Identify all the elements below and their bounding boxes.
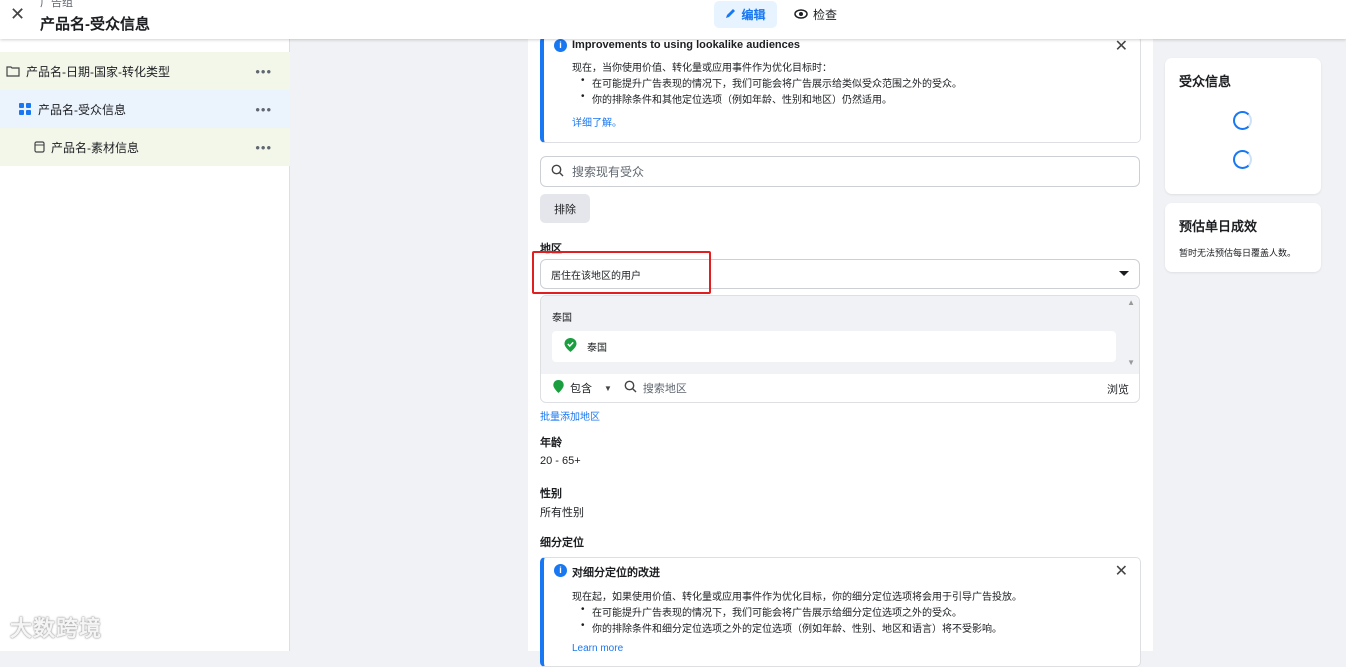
notice-text: 现在，当你使用价值、转化量或应用事件作为优化目标时： [572, 63, 832, 74]
lookalike-notice: i Improvements to using lookalike audien… [540, 36, 1141, 143]
audience-form-panel: i Improvements to using lookalike audien… [528, 36, 1153, 667]
loading-spinner-icon [1233, 111, 1252, 130]
location-item-label: 泰国 [587, 343, 607, 354]
notice-title: Improvements to using lookalike audience… [572, 39, 801, 51]
breadcrumb: 广告组 [40, 0, 73, 9]
info-icon: i [554, 39, 567, 52]
notice-bullet: 你的排除条件和细分定位选项之外的定位选项（例如年龄、性别、地区和语言）将不受影响… [581, 620, 1002, 635]
notice-title: 对细分定位的改进 [572, 567, 660, 579]
learn-more-link[interactable]: 详细了解。 [572, 114, 622, 129]
location-type-value: 居住在该地区的用户 [551, 270, 641, 282]
scroll-up-icon[interactable]: ▲ [1127, 298, 1135, 307]
sidebar-item-label: 产品名-素材信息 [51, 140, 139, 155]
audience-search-input[interactable]: 搜索现有受众 [540, 156, 1140, 187]
sidebar-item-ad[interactable]: 产品名-素材信息 ••• [0, 128, 290, 166]
more-options-icon[interactable]: ••• [255, 102, 272, 117]
info-icon: i [554, 564, 567, 577]
notice-bullet: 你的排除条件和其他定位选项（例如年龄、性别和地区）仍然适用。 [581, 91, 892, 106]
eye-icon [794, 8, 808, 22]
sidebar-item-campaign[interactable]: 产品名-日期-国家-转化类型 ••• [0, 52, 290, 90]
location-search-input[interactable]: 搜索地区 [643, 380, 687, 396]
learn-more-link[interactable]: Learn more [572, 643, 623, 654]
caret-down-icon[interactable]: ▼ [604, 384, 612, 393]
more-options-icon[interactable]: ••• [255, 140, 272, 155]
exclude-button[interactable]: 排除 [540, 194, 590, 223]
notice-text: 现在起，如果使用价值、转化量或应用事件作为优化目标，你的细分定位选项将会用于引导… [572, 592, 1022, 603]
caret-down-icon [1119, 271, 1129, 276]
location-pin-icon [564, 338, 577, 355]
bulk-add-locations-link[interactable]: 批量添加地区 [540, 408, 600, 423]
age-label: 年龄 [540, 437, 562, 449]
watermark-logo: 大数跨境 [10, 611, 102, 643]
location-label: 地区 [540, 243, 562, 255]
loading-spinner-icon [1233, 150, 1252, 169]
notice-bullet: 在可能提升广告表现的情况下，我们可能会将广告展示给细分定位选项之外的受众。 [581, 604, 962, 619]
selected-locations-area: 泰国 泰国 ▲ ▼ [541, 296, 1139, 374]
edit-mode-button[interactable]: 编辑 [714, 1, 777, 28]
edit-mode-label: 编辑 [741, 8, 766, 22]
close-icon[interactable]: ✕ [1115, 36, 1128, 56]
review-mode-label: 检查 [813, 8, 838, 22]
sidebar-item-label: 产品名-日期-国家-转化类型 [26, 64, 170, 79]
location-type-select[interactable]: 居住在该地区的用户 [540, 259, 1140, 289]
folder-icon [6, 65, 20, 77]
scroll-down-icon[interactable]: ▼ [1127, 358, 1135, 367]
daily-estimate-card: 预估单日成效 暂时无法预估每日覆盖人数。 [1165, 203, 1321, 272]
pencil-icon [725, 7, 737, 22]
country-group-header: 泰国 [552, 313, 572, 324]
close-icon[interactable]: ✕ [1115, 561, 1128, 581]
review-mode-button[interactable]: 检查 [790, 1, 841, 28]
top-bar: ✕ 广告组 产品名-受众信息 编辑 检查 [0, 0, 1346, 39]
more-options-icon[interactable]: ••• [255, 64, 272, 79]
search-icon [551, 164, 564, 180]
browse-button[interactable]: 浏览 [1107, 381, 1129, 397]
watermark-text: 大数跨境 [10, 616, 103, 641]
card-title: 受众信息 [1179, 74, 1232, 89]
include-pin-icon [553, 380, 564, 396]
card-title: 预估单日成效 [1179, 219, 1258, 234]
estimate-note: 暂时无法预估每日覆盖人数。 [1179, 248, 1297, 258]
audience-info-card: 受众信息 [1165, 58, 1321, 194]
gender-value[interactable]: 所有性别 [540, 504, 584, 520]
search-placeholder: 搜索现有受众 [572, 165, 645, 179]
search-icon [624, 380, 637, 396]
grid-icon [19, 102, 32, 116]
location-list-panel: 泰国 泰国 ▲ ▼ 包含 ▼ 搜索地区 浏览 [540, 295, 1140, 403]
sidebar-item-adset[interactable]: 产品名-受众信息 ••• [0, 90, 290, 128]
sidebar-item-label: 产品名-受众信息 [38, 102, 126, 117]
location-search-row: 包含 ▼ 搜索地区 浏览 [541, 374, 1139, 402]
age-value[interactable]: 20 - 65+ [540, 455, 581, 467]
selected-location-item[interactable]: 泰国 [552, 331, 1116, 362]
close-icon[interactable]: ✕ [10, 5, 25, 23]
detailed-targeting-label: 细分定位 [540, 537, 584, 549]
page-title: 产品名-受众信息 [40, 16, 150, 33]
document-icon [34, 141, 45, 153]
include-dropdown[interactable]: 包含 [570, 380, 592, 396]
campaign-tree-sidebar: 产品名-日期-国家-转化类型 ••• 产品名-受众信息 ••• 产品名-素材信息… [0, 39, 290, 651]
notice-bullet: 在可能提升广告表现的情况下，我们可能会将广告展示给类似受众范围之外的受众。 [581, 75, 962, 90]
gender-label: 性别 [540, 488, 562, 500]
